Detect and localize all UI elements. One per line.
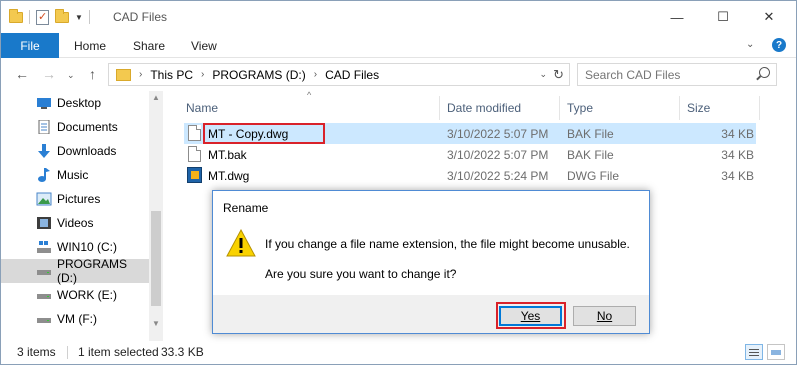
- sidebar-item-documents[interactable]: Documents: [1, 115, 149, 139]
- blank-file-icon: [188, 125, 201, 141]
- ribbon: File Home Share View ⌄ ?: [1, 33, 796, 58]
- chevron-right-icon[interactable]: ›: [201, 69, 204, 80]
- up-icon[interactable]: ↑: [89, 66, 96, 82]
- details-view-button[interactable]: [745, 344, 763, 360]
- documents-icon: [36, 119, 52, 135]
- downloads-icon: [36, 144, 52, 158]
- file-type: BAK File: [567, 148, 614, 162]
- search-input[interactable]: [585, 67, 755, 82]
- navigation-pane: Desktop Documents Downloads Music Pictur…: [1, 91, 163, 341]
- new-folder-icon[interactable]: [55, 8, 69, 23]
- file-name[interactable]: MT.bak: [208, 148, 247, 162]
- rename-dialog: Rename If you change a file name extensi…: [212, 190, 650, 334]
- sidebar-item-music[interactable]: Music: [1, 163, 149, 187]
- column-header-size[interactable]: Size: [687, 96, 710, 120]
- refresh-icon[interactable]: ↻: [553, 67, 564, 83]
- forward-icon[interactable]: →: [42, 66, 56, 82]
- file-row-mt-copy[interactable]: MT - Copy.dwg 3/10/2022 5:07 PM BAK File…: [184, 123, 756, 144]
- sidebar-item-pictures[interactable]: Pictures: [1, 187, 149, 211]
- videos-icon: [36, 216, 52, 230]
- help-icon[interactable]: ?: [772, 38, 786, 52]
- warning-icon: [226, 228, 256, 257]
- sort-ascending-icon: ^: [307, 90, 312, 100]
- explorer-window: ▼ CAD Files — ☐ ✕ File Home Share View ⌄…: [0, 0, 797, 365]
- column-header-name[interactable]: Name: [186, 96, 218, 120]
- drive-icon: [36, 312, 52, 326]
- drive-icon: [36, 264, 52, 278]
- tab-share[interactable]: Share: [133, 33, 165, 58]
- breadcrumb-programs[interactable]: PROGRAMS (D:): [212, 68, 305, 82]
- quick-access-toolbar: ▼: [9, 8, 90, 25]
- file-row-mt-dwg[interactable]: MT.dwg 3/10/2022 5:24 PM DWG File 34 KB: [184, 165, 756, 186]
- file-size: 34 KB: [721, 169, 754, 183]
- customize-toolbar-icon[interactable]: ▼: [75, 13, 83, 22]
- column-header-type[interactable]: Type: [567, 96, 593, 120]
- selection-count: 1 item selected: [78, 345, 159, 359]
- music-icon: [36, 168, 52, 182]
- breadcrumb-cad-files[interactable]: CAD Files: [325, 68, 379, 82]
- scroll-up-icon[interactable]: ▲: [152, 93, 160, 102]
- status-bar: 3 items 1 item selected 33.3 KB: [1, 341, 796, 364]
- file-date: 3/10/2022 5:07 PM: [447, 148, 549, 162]
- folder-icon: [9, 8, 23, 23]
- navigation-bar: ← → ⌄ ↑ › This PC › PROGRAMS (D:) › CAD …: [1, 59, 796, 91]
- address-dropdown-icon[interactable]: ⌄: [539, 69, 547, 80]
- file-type: BAK File: [567, 127, 614, 141]
- tab-file[interactable]: File: [1, 33, 59, 58]
- dialog-question: Are you sure you want to change it?: [265, 267, 457, 281]
- sidebar-item-downloads[interactable]: Downloads: [1, 139, 149, 163]
- maximize-button[interactable]: ☐: [700, 1, 746, 33]
- tab-view[interactable]: View: [191, 33, 217, 58]
- rename-highlight-box: [203, 123, 325, 144]
- tab-home[interactable]: Home: [74, 33, 106, 58]
- selection-size: 33.3 KB: [161, 345, 204, 359]
- minimize-button[interactable]: —: [654, 1, 700, 33]
- sidebar-item-win10-c[interactable]: WIN10 (C:): [1, 235, 149, 259]
- sidebar-scrollbar[interactable]: ▲ ▼: [149, 91, 163, 341]
- file-type: DWG File: [567, 169, 619, 183]
- file-date: 3/10/2022 5:07 PM: [447, 127, 549, 141]
- recent-locations-icon[interactable]: ⌄: [67, 70, 75, 81]
- column-header-date[interactable]: Date modified: [447, 96, 521, 120]
- address-bar[interactable]: › This PC › PROGRAMS (D:) › CAD Files ⌄ …: [108, 63, 570, 86]
- properties-icon[interactable]: [36, 9, 49, 25]
- expand-ribbon-icon[interactable]: ⌄: [746, 39, 754, 50]
- file-name[interactable]: MT.dwg: [208, 169, 249, 183]
- chevron-right-icon[interactable]: ›: [139, 69, 142, 80]
- sidebar-item-desktop[interactable]: Desktop: [1, 91, 149, 115]
- scroll-down-icon[interactable]: ▼: [152, 319, 160, 328]
- file-date: 3/10/2022 5:24 PM: [447, 169, 549, 183]
- scrollbar-thumb[interactable]: [151, 211, 161, 306]
- folder-icon: [116, 68, 131, 81]
- dwg-file-icon: [187, 167, 202, 183]
- window-title: CAD Files: [113, 10, 168, 24]
- file-size: 34 KB: [721, 148, 754, 162]
- blank-file-icon: [188, 146, 201, 162]
- sidebar-item-videos[interactable]: Videos: [1, 211, 149, 235]
- yes-button[interactable]: Yes: [499, 306, 562, 326]
- dialog-message: If you change a file name extension, the…: [265, 237, 630, 251]
- sidebar-item-work-e[interactable]: WORK (E:): [1, 283, 149, 307]
- breadcrumb-this-pc[interactable]: This PC: [150, 68, 193, 82]
- search-box[interactable]: [577, 63, 777, 86]
- search-icon[interactable]: [759, 67, 770, 78]
- chevron-right-icon[interactable]: ›: [314, 69, 317, 80]
- item-count: 3 items: [17, 345, 56, 359]
- back-icon[interactable]: ←: [15, 66, 29, 82]
- pictures-icon: [36, 192, 52, 206]
- no-button[interactable]: No: [573, 306, 636, 326]
- dialog-title: Rename: [223, 201, 269, 215]
- sidebar-item-programs-d[interactable]: PROGRAMS (D:): [1, 257, 149, 285]
- dialog-button-bar: Yes No: [213, 295, 649, 333]
- file-size: 34 KB: [721, 127, 754, 141]
- drive-icon: [36, 288, 52, 302]
- windows-drive-icon: [36, 240, 52, 254]
- large-icons-view-button[interactable]: [767, 344, 785, 360]
- title-bar: ▼ CAD Files — ☐ ✕: [1, 1, 796, 33]
- file-row-mt-bak[interactable]: MT.bak 3/10/2022 5:07 PM BAK File 34 KB: [184, 144, 756, 165]
- close-button[interactable]: ✕: [746, 1, 792, 33]
- desktop-icon: [36, 96, 52, 110]
- sidebar-item-vm-f[interactable]: VM (F:): [1, 307, 149, 331]
